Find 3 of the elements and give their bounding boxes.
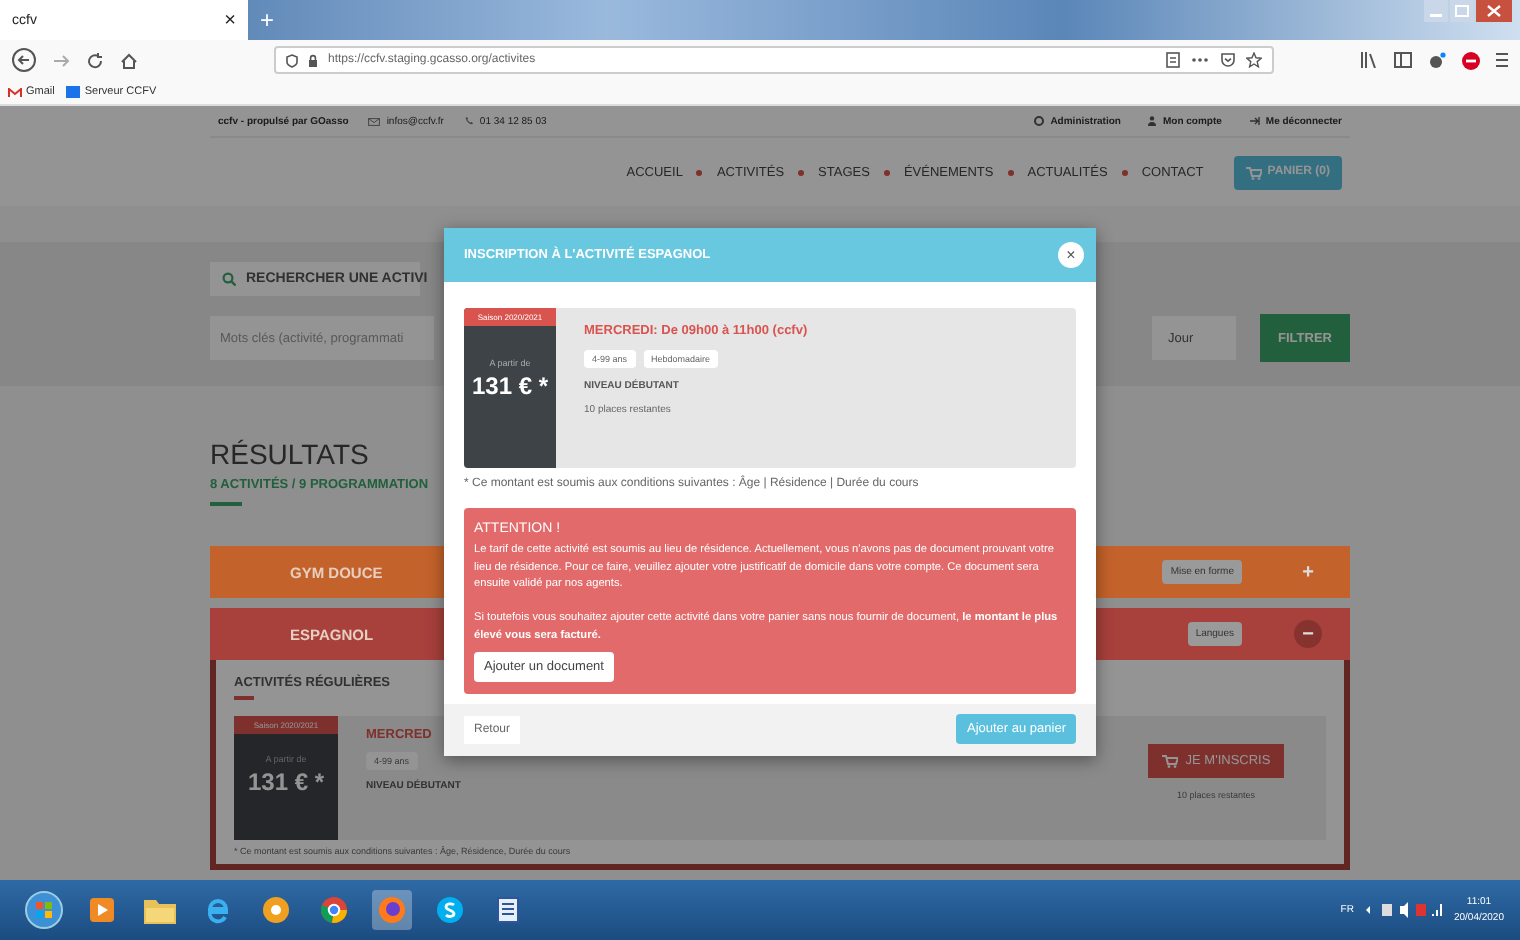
results-title: RÉSULTATS <box>210 438 371 470</box>
price: 131 € * <box>247 767 325 795</box>
price: 131 € * <box>471 372 549 400</box>
